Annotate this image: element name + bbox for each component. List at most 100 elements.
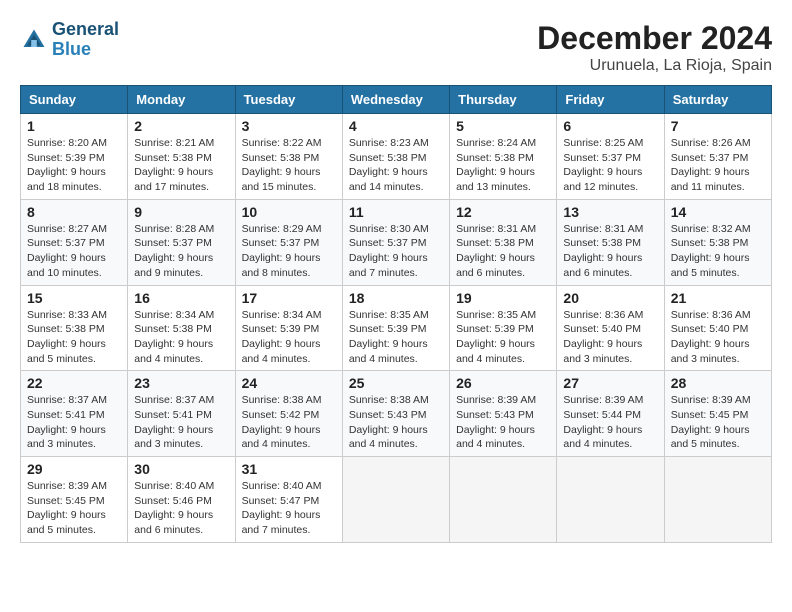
sunrise-label: Sunrise: 8:34 AM (134, 309, 214, 321)
day-number: 28 (671, 375, 765, 391)
calendar-cell (450, 457, 557, 543)
day-info: Sunrise: 8:22 AM Sunset: 5:38 PM Dayligh… (242, 136, 336, 195)
sunset-label: Sunset: 5:38 PM (671, 237, 749, 249)
calendar-cell: 5 Sunrise: 8:24 AM Sunset: 5:38 PM Dayli… (450, 114, 557, 200)
calendar-cell (557, 457, 664, 543)
day-info: Sunrise: 8:39 AM Sunset: 5:43 PM Dayligh… (456, 393, 550, 452)
sunset-label: Sunset: 5:46 PM (134, 495, 212, 507)
calendar-day-header: Friday (557, 86, 664, 114)
day-number: 3 (242, 118, 336, 134)
calendar-cell: 18 Sunrise: 8:35 AM Sunset: 5:39 PM Dayl… (342, 285, 449, 371)
sunrise-label: Sunrise: 8:22 AM (242, 137, 322, 149)
day-info: Sunrise: 8:30 AM Sunset: 5:37 PM Dayligh… (349, 222, 443, 281)
daylight-label: Daylight: 9 hours and 15 minutes. (242, 166, 321, 193)
sunrise-label: Sunrise: 8:37 AM (134, 394, 214, 406)
day-number: 31 (242, 461, 336, 477)
sunrise-label: Sunrise: 8:24 AM (456, 137, 536, 149)
sunrise-label: Sunrise: 8:21 AM (134, 137, 214, 149)
day-info: Sunrise: 8:39 AM Sunset: 5:44 PM Dayligh… (563, 393, 657, 452)
sunrise-label: Sunrise: 8:38 AM (349, 394, 429, 406)
day-info: Sunrise: 8:31 AM Sunset: 5:38 PM Dayligh… (563, 222, 657, 281)
calendar-cell: 26 Sunrise: 8:39 AM Sunset: 5:43 PM Dayl… (450, 371, 557, 457)
day-number: 9 (134, 204, 228, 220)
sunrise-label: Sunrise: 8:28 AM (134, 223, 214, 235)
sunset-label: Sunset: 5:38 PM (134, 323, 212, 335)
daylight-label: Daylight: 9 hours and 3 minutes. (671, 338, 750, 365)
calendar-table: SundayMondayTuesdayWednesdayThursdayFrid… (20, 85, 772, 543)
calendar-day-header: Thursday (450, 86, 557, 114)
sunrise-label: Sunrise: 8:32 AM (671, 223, 751, 235)
daylight-label: Daylight: 9 hours and 4 minutes. (349, 338, 428, 365)
day-info: Sunrise: 8:25 AM Sunset: 5:37 PM Dayligh… (563, 136, 657, 195)
logo-blue: Blue (52, 40, 119, 60)
calendar-cell: 14 Sunrise: 8:32 AM Sunset: 5:38 PM Dayl… (664, 199, 771, 285)
day-number: 10 (242, 204, 336, 220)
day-number: 8 (27, 204, 121, 220)
day-number: 26 (456, 375, 550, 391)
daylight-label: Daylight: 9 hours and 8 minutes. (242, 252, 321, 279)
sunset-label: Sunset: 5:37 PM (563, 152, 641, 164)
calendar-day-header: Tuesday (235, 86, 342, 114)
day-number: 6 (563, 118, 657, 134)
daylight-label: Daylight: 9 hours and 12 minutes. (563, 166, 642, 193)
sunrise-label: Sunrise: 8:36 AM (671, 309, 751, 321)
sunset-label: Sunset: 5:39 PM (27, 152, 105, 164)
day-number: 15 (27, 290, 121, 306)
day-info: Sunrise: 8:36 AM Sunset: 5:40 PM Dayligh… (563, 308, 657, 367)
sunrise-label: Sunrise: 8:31 AM (456, 223, 536, 235)
calendar-cell: 19 Sunrise: 8:35 AM Sunset: 5:39 PM Dayl… (450, 285, 557, 371)
sunset-label: Sunset: 5:38 PM (563, 237, 641, 249)
logo-text: General Blue (52, 20, 119, 60)
day-number: 11 (349, 204, 443, 220)
day-info: Sunrise: 8:26 AM Sunset: 5:37 PM Dayligh… (671, 136, 765, 195)
sunset-label: Sunset: 5:38 PM (456, 152, 534, 164)
sunset-label: Sunset: 5:38 PM (134, 152, 212, 164)
calendar-cell: 3 Sunrise: 8:22 AM Sunset: 5:38 PM Dayli… (235, 114, 342, 200)
calendar-cell: 1 Sunrise: 8:20 AM Sunset: 5:39 PM Dayli… (21, 114, 128, 200)
day-info: Sunrise: 8:23 AM Sunset: 5:38 PM Dayligh… (349, 136, 443, 195)
day-info: Sunrise: 8:38 AM Sunset: 5:42 PM Dayligh… (242, 393, 336, 452)
page-header: General Blue December 2024 Urunuela, La … (20, 20, 772, 75)
calendar-cell: 15 Sunrise: 8:33 AM Sunset: 5:38 PM Dayl… (21, 285, 128, 371)
calendar-cell: 27 Sunrise: 8:39 AM Sunset: 5:44 PM Dayl… (557, 371, 664, 457)
daylight-label: Daylight: 9 hours and 4 minutes. (242, 424, 321, 451)
sunrise-label: Sunrise: 8:37 AM (27, 394, 107, 406)
calendar-body: 1 Sunrise: 8:20 AM Sunset: 5:39 PM Dayli… (21, 114, 772, 543)
calendar-cell: 30 Sunrise: 8:40 AM Sunset: 5:46 PM Dayl… (128, 457, 235, 543)
day-number: 27 (563, 375, 657, 391)
day-number: 18 (349, 290, 443, 306)
daylight-label: Daylight: 9 hours and 5 minutes. (27, 338, 106, 365)
daylight-label: Daylight: 9 hours and 17 minutes. (134, 166, 213, 193)
calendar-cell: 10 Sunrise: 8:29 AM Sunset: 5:37 PM Dayl… (235, 199, 342, 285)
daylight-label: Daylight: 9 hours and 4 minutes. (134, 338, 213, 365)
calendar-cell: 21 Sunrise: 8:36 AM Sunset: 5:40 PM Dayl… (664, 285, 771, 371)
day-info: Sunrise: 8:35 AM Sunset: 5:39 PM Dayligh… (349, 308, 443, 367)
daylight-label: Daylight: 9 hours and 7 minutes. (349, 252, 428, 279)
page-subtitle: Urunuela, La Rioja, Spain (537, 57, 772, 75)
day-info: Sunrise: 8:33 AM Sunset: 5:38 PM Dayligh… (27, 308, 121, 367)
day-number: 30 (134, 461, 228, 477)
sunset-label: Sunset: 5:37 PM (134, 237, 212, 249)
calendar-cell (664, 457, 771, 543)
sunrise-label: Sunrise: 8:25 AM (563, 137, 643, 149)
sunset-label: Sunset: 5:43 PM (456, 409, 534, 421)
sunset-label: Sunset: 5:40 PM (671, 323, 749, 335)
day-number: 14 (671, 204, 765, 220)
day-info: Sunrise: 8:24 AM Sunset: 5:38 PM Dayligh… (456, 136, 550, 195)
logo-general: General (52, 20, 119, 40)
logo: General Blue (20, 20, 119, 60)
day-number: 29 (27, 461, 121, 477)
sunset-label: Sunset: 5:38 PM (349, 152, 427, 164)
daylight-label: Daylight: 9 hours and 14 minutes. (349, 166, 428, 193)
day-number: 13 (563, 204, 657, 220)
daylight-label: Daylight: 9 hours and 7 minutes. (242, 509, 321, 536)
sunrise-label: Sunrise: 8:27 AM (27, 223, 107, 235)
calendar-week-row: 1 Sunrise: 8:20 AM Sunset: 5:39 PM Dayli… (21, 114, 772, 200)
calendar-cell: 29 Sunrise: 8:39 AM Sunset: 5:45 PM Dayl… (21, 457, 128, 543)
daylight-label: Daylight: 9 hours and 4 minutes. (456, 424, 535, 451)
sunset-label: Sunset: 5:37 PM (27, 237, 105, 249)
daylight-label: Daylight: 9 hours and 5 minutes. (671, 252, 750, 279)
day-number: 5 (456, 118, 550, 134)
calendar-cell: 25 Sunrise: 8:38 AM Sunset: 5:43 PM Dayl… (342, 371, 449, 457)
calendar-cell: 22 Sunrise: 8:37 AM Sunset: 5:41 PM Dayl… (21, 371, 128, 457)
